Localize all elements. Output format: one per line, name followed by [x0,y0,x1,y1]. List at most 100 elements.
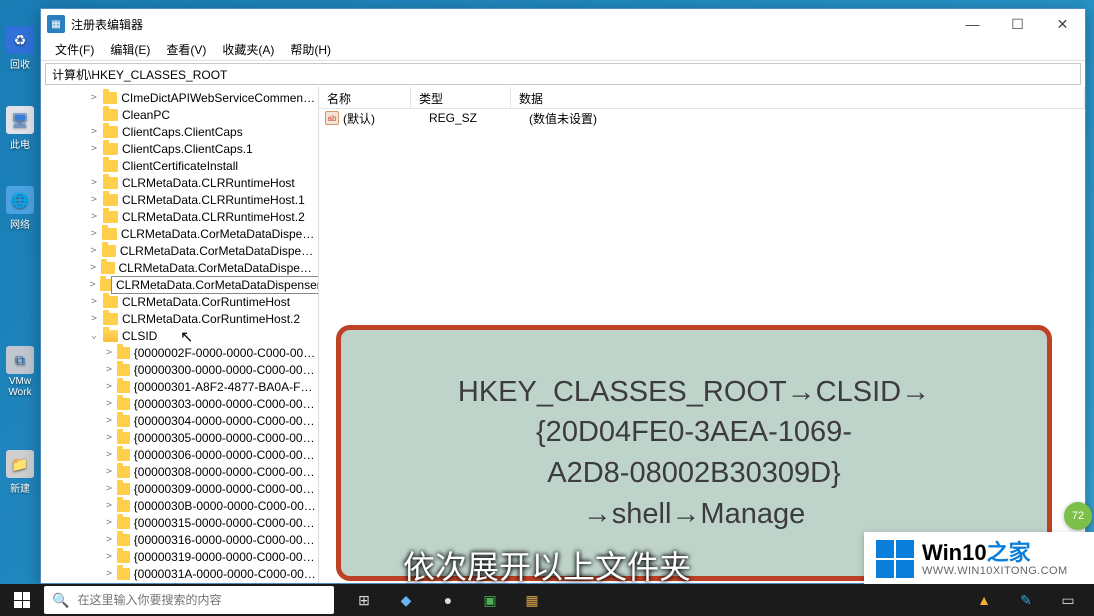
close-button[interactable]: ✕ [1040,9,1085,39]
expand-icon[interactable]: > [103,398,115,409]
taskbar-app[interactable]: ● [428,584,468,616]
registry-value-row[interactable]: ab (默认) REG_SZ (数值未设置) [319,109,1085,127]
tree-item-label: {00000305-0000-0000-C000-000000000 [134,431,318,445]
tree-item[interactable]: >CLRMetaData.CorRuntimeHost [43,293,318,310]
folder-icon [103,109,118,121]
folder-icon [117,398,130,410]
tree-item[interactable]: >{00000306-0000-0000-C000-000000000 [43,446,318,463]
expand-icon[interactable]: > [103,449,115,460]
expand-icon[interactable]: > [87,126,101,137]
expand-icon[interactable]: > [87,92,101,103]
expand-icon[interactable]: > [87,194,101,205]
collapse-icon[interactable]: ⌄ [87,330,101,341]
tree-item-label: {00000309-0000-0000-C000-000000000 [134,482,318,496]
tree-item[interactable]: >CLRMetaData.CLRRuntimeHost.1 [43,191,318,208]
tree-item-label: {0000002F-0000-0000-C000-000000000 [134,346,318,360]
expand-icon[interactable]: > [87,228,100,239]
tray-icon[interactable]: ✎ [1006,584,1046,616]
desktop-icon-label: 回收 [10,60,30,71]
tree-item[interactable]: > {00000303-0000-0000-C000-000000000 [43,395,318,412]
windows-icon [14,592,30,608]
tree-item[interactable]: >{00000315-0000-0000-C000-000000000 [43,514,318,531]
tree-item[interactable]: > CLRMetaData.CLRRuntimeHost.2 [43,208,318,225]
tree-item[interactable]: >CLRMetaData.CorMetaDataDispenserRun [43,259,318,276]
window-title: 注册表编辑器 [71,16,950,33]
value-name: (默认) [343,110,429,127]
tree-item-label: CLRMetaData.CLRRuntimeHost [122,176,295,190]
address-text: 计算机\HKEY_CLASSES_ROOT [52,66,227,83]
minimize-button[interactable]: — [950,9,995,39]
tree-item-label: CImeDictAPIWebServiceComment.15 [121,91,318,105]
tree-item-label: CleanPC [122,108,170,122]
taskbar-app[interactable]: ▦ [512,584,552,616]
tree-item[interactable]: > {00000304-0000-0000-C000-000000000 [43,412,318,429]
column-type[interactable]: 类型 [411,87,511,108]
expand-icon[interactable]: > [87,262,99,273]
tree-item-label: CLSID [122,329,157,343]
expand-icon[interactable]: > [87,279,98,290]
menu-favorites[interactable]: 收藏夹(A) [216,39,280,60]
tray-icon[interactable]: ▭ [1048,584,1088,616]
menu-file[interactable]: 文件(F) [49,39,100,60]
expand-icon[interactable]: > [103,500,115,511]
tree-item[interactable]: >ClientCaps.ClientCaps [43,123,318,140]
menu-view[interactable]: 查看(V) [160,39,212,60]
column-data[interactable]: 数据 [511,87,1085,108]
expand-icon[interactable]: > [103,432,115,443]
desktop-icon-newfolder[interactable]: 📁新建 [5,450,35,495]
task-view-button[interactable]: ⊞ [344,584,384,616]
expand-icon[interactable]: > [103,381,115,392]
tree-item[interactable]: >{00000301-A8F2-4877-BA0A-FD2B6645 [43,378,318,395]
tree-item[interactable]: >CLRMetaData.CorMetaDataDispenser.2 [43,242,318,259]
folder-icon [117,483,130,495]
tree-item[interactable]: ClientCertificateInstall [43,157,318,174]
column-name[interactable]: 名称 [319,87,411,108]
desktop-icon-this-pc[interactable]: 🖥此电 [5,106,35,151]
maximize-button[interactable]: ☐ [995,9,1040,39]
tray-icon[interactable]: ▲ [964,584,1004,616]
tree-item-label: ClientCertificateInstall [122,159,238,173]
tree-item[interactable]: >CLRMetaData.CorRuntimeHost.2 [43,310,318,327]
tree-item[interactable]: >{00000308-0000-0000-C000-000000000 [43,463,318,480]
menu-help[interactable]: 帮助(H) [284,39,337,60]
expand-icon[interactable]: > [87,245,100,256]
expand-icon[interactable]: > [87,211,101,222]
desktop-icon-vmware[interactable]: ⧉VMw Work [5,346,35,398]
expand-icon[interactable]: > [87,177,101,188]
tree-item-label: {00000304-0000-0000-C000-000000000 [134,414,318,428]
expand-icon[interactable]: > [103,517,115,528]
tree-item[interactable]: CleanPC [43,106,318,123]
taskbar-app[interactable]: ◆ [386,584,426,616]
expand-icon[interactable]: > [87,296,101,307]
start-button[interactable] [0,584,44,616]
desktop-icon-recycle[interactable]: ♻回收 [5,26,35,71]
taskbar-app[interactable]: ▣ [470,584,510,616]
tree-item[interactable]: >CLRMetaData.CorMetaDataDispenser [43,225,318,242]
tree-item-label: CLRMetaData.CLRRuntimeHost.2 [122,210,305,224]
watermark-title: Win10之家 [922,541,1068,565]
folder-icon [103,313,118,325]
tree-item[interactable]: > {00000309-0000-0000-C000-000000000 [43,480,318,497]
watermark-url: WWW.WIN10XITONG.COM [922,565,1068,577]
expand-icon[interactable]: > [103,347,115,358]
tree-item[interactable]: >{0000030B-0000-0000-C000-000000000 [43,497,318,514]
expand-icon[interactable]: > [103,415,115,426]
expand-icon[interactable]: > [87,313,101,324]
search-input[interactable] [77,593,326,607]
tree-item[interactable]: > CLRMetaData.CLRRuntimeHost [43,174,318,191]
tree-item[interactable]: > {00000305-0000-0000-C000-000000000 [43,429,318,446]
expand-icon[interactable]: > [103,466,115,477]
desktop-icon-network[interactable]: 🌐网络 [5,186,35,231]
tree-item[interactable]: > CImeDictAPIWebServiceComment.15 [43,89,318,106]
tooltip: CLRMetaData.CorMetaDataDispenserRuntime [111,276,319,294]
tree-item[interactable]: >ClientCaps.ClientCaps.1 [43,140,318,157]
expand-icon[interactable]: > [103,483,115,494]
menu-edit[interactable]: 编辑(E) [104,39,156,60]
address-bar[interactable]: 计算机\HKEY_CLASSES_ROOT [45,63,1081,85]
tree-item-label: {00000303-0000-0000-C000-000000000 [134,397,318,411]
tree-item[interactable]: > CLRMetaData.CorMetaDataDispenserRuntime… [43,276,318,293]
tree-item[interactable]: >{00000300-0000-0000-C000-000000000 [43,361,318,378]
expand-icon[interactable]: > [87,143,101,154]
taskbar-search[interactable]: 🔍 [44,586,334,614]
expand-icon[interactable]: > [103,364,115,375]
